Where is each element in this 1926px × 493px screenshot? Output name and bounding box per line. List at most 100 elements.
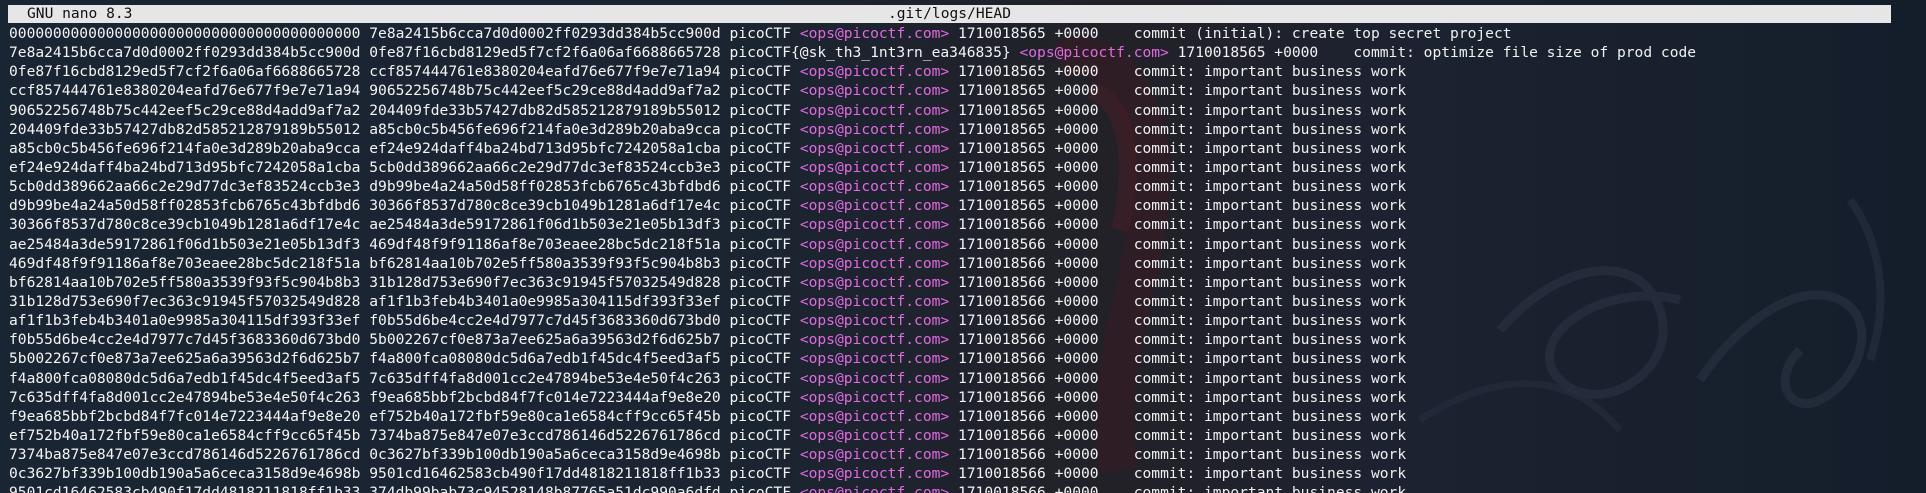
old-hash: 30366f8537d780c8ce39cb1049b1281a6df17e4c bbox=[9, 216, 361, 234]
log-line[interactable]: f4a800fca08080dc5d6a7edb1f45dc4f5eed3af5… bbox=[9, 369, 1919, 388]
new-hash: 469df48f9f91186af8e703eaee28bc5dc218f51a bbox=[369, 235, 721, 253]
old-hash: 90652256748b75c442eef5c29ce88d4add9af7a2 bbox=[9, 101, 361, 119]
timestamp: 1710018566 +0000 bbox=[957, 407, 1099, 425]
author-email: <ops@picoctf.com> bbox=[799, 407, 950, 425]
author-name: picoCTF bbox=[729, 235, 792, 253]
author-email: <ops@picoctf.com> bbox=[799, 120, 950, 138]
file-content[interactable]: 0000000000000000000000000000000000000000… bbox=[9, 24, 1919, 493]
timestamp: 1710018565 +0000 bbox=[1177, 44, 1319, 62]
author-email: <ops@picoctf.com> bbox=[799, 178, 950, 196]
author-name: picoCTF bbox=[729, 63, 792, 81]
new-hash: 31b128d753e690f7ec363c91945f57032549d828 bbox=[369, 273, 721, 291]
new-hash: 7e8a2415b6cca7d0d0002ff0293dd384b5cc900d bbox=[369, 25, 721, 42]
author-email: <ops@picoctf.com> bbox=[799, 331, 950, 349]
old-hash: 5b002267cf0e873a7ee625a6a39563d2f6d625b7 bbox=[9, 350, 361, 368]
timestamp: 1710018566 +0000 bbox=[957, 292, 1099, 310]
old-hash: 204409fde33b57427db82d585212879189b55012 bbox=[9, 120, 361, 138]
log-line[interactable]: a85cb0c5b456fe696f214fa0e3d289b20aba9cca… bbox=[9, 139, 1919, 158]
log-line[interactable]: f0b55d6be4cc2e4d7977c7d45f3683360d673bd0… bbox=[9, 330, 1919, 349]
author-name: picoCTF bbox=[729, 82, 792, 100]
author-name: picoCTF bbox=[729, 120, 792, 138]
author-email: <ops@picoctf.com> bbox=[799, 465, 950, 483]
new-hash: 0fe87f16cbd8129ed5f7cf2f6a06af6688665728 bbox=[369, 44, 721, 62]
author-name: picoCTF bbox=[729, 101, 792, 119]
log-line[interactable]: 31b128d753e690f7ec363c91945f57032549d828… bbox=[9, 292, 1919, 311]
author-email: <ops@picoctf.com> bbox=[799, 446, 950, 464]
log-line[interactable]: 30366f8537d780c8ce39cb1049b1281a6df17e4c… bbox=[9, 215, 1919, 234]
commit-message: commit: important business work bbox=[1133, 369, 1407, 387]
old-hash: f9ea685bbf2bcbd84f7fc014e7223444af9e8e20 bbox=[9, 407, 361, 425]
new-hash: 204409fde33b57427db82d585212879189b55012 bbox=[369, 101, 721, 119]
log-line[interactable]: f9ea685bbf2bcbd84f7fc014e7223444af9e8e20… bbox=[9, 407, 1919, 426]
terminal-window[interactable]: GNU nano 8.3 .git/logs/HEAD 000000000000… bbox=[0, 0, 1926, 493]
commit-message: commit: important business work bbox=[1133, 120, 1407, 138]
commit-message: commit: important business work bbox=[1133, 235, 1407, 253]
author-email: <ops@picoctf.com> bbox=[799, 426, 950, 444]
timestamp: 1710018565 +0000 bbox=[957, 178, 1099, 196]
log-line[interactable]: 7e8a2415b6cca7d0d0002ff0293dd384b5cc900d… bbox=[9, 43, 1919, 62]
author-name: picoCTF bbox=[729, 426, 792, 444]
log-line[interactable]: ef24e924daff4ba24bd713d95bfc7242058a1cba… bbox=[9, 158, 1919, 177]
old-hash: 7374ba875e847e07e3ccd786146d5226761786cd bbox=[9, 446, 361, 464]
timestamp: 1710018566 +0000 bbox=[957, 235, 1099, 253]
log-line[interactable]: ef752b40a172fbf59e80ca1e6584cff9cc65f45b… bbox=[9, 426, 1919, 445]
log-line[interactable]: ccf857444761e8380204eafd76e677f9e7e71a94… bbox=[9, 81, 1919, 100]
commit-message: commit: important business work bbox=[1133, 484, 1407, 493]
timestamp: 1710018565 +0000 bbox=[957, 120, 1099, 138]
author-email: <ops@picoctf.com> bbox=[799, 197, 950, 215]
log-line[interactable]: af1f1b3feb4b3401a0e9985a304115df393f33ef… bbox=[9, 311, 1919, 330]
new-hash: 0c3627bf339b100db190a5a6ceca3158d9e4698b bbox=[369, 446, 721, 464]
timestamp: 1710018566 +0000 bbox=[957, 446, 1099, 464]
author-name: picoCTF bbox=[729, 331, 792, 349]
author-email: <ops@picoctf.com> bbox=[1019, 44, 1169, 62]
log-line[interactable]: bf62814aa10b702e5ff580a3539f93f5c904b8b3… bbox=[9, 273, 1919, 292]
log-line[interactable]: 204409fde33b57427db82d585212879189b55012… bbox=[9, 120, 1919, 139]
new-hash: 30366f8537d780c8ce39cb1049b1281a6df17e4c bbox=[369, 197, 721, 215]
timestamp: 1710018565 +0000 bbox=[957, 82, 1099, 100]
author-name: picoCTF bbox=[729, 312, 792, 330]
old-hash: bf62814aa10b702e5ff580a3539f93f5c904b8b3 bbox=[9, 273, 361, 291]
commit-message: commit: important business work bbox=[1133, 139, 1407, 157]
old-hash: af1f1b3feb4b3401a0e9985a304115df393f33ef bbox=[9, 312, 361, 330]
log-line[interactable]: d9b99be4a24a50d58ff02853fcb6765c43bfdbd6… bbox=[9, 196, 1919, 215]
log-line[interactable]: 0c3627bf339b100db190a5a6ceca3158d9e4698b… bbox=[9, 464, 1919, 483]
commit-message: commit: important business work bbox=[1133, 178, 1407, 196]
new-hash: 5cb0dd389662aa66c2e29d77dc3ef83524ccb3e3 bbox=[369, 158, 721, 176]
commit-message: commit: important business work bbox=[1133, 292, 1407, 310]
commit-message: commit: important business work bbox=[1133, 312, 1407, 330]
new-hash: d9b99be4a24a50d58ff02853fcb6765c43bfdbd6 bbox=[369, 178, 721, 196]
log-line[interactable]: 0000000000000000000000000000000000000000… bbox=[9, 24, 1919, 43]
commit-message: commit: important business work bbox=[1133, 426, 1407, 444]
log-line[interactable]: 9501cd16462583cb490f17dd4818211818ff1b33… bbox=[9, 483, 1919, 493]
log-line[interactable]: ae25484a3de59172861f06d1b503e21e05b13df3… bbox=[9, 235, 1919, 254]
author-name: picoCTF bbox=[729, 273, 792, 291]
commit-message: commit: important business work bbox=[1133, 465, 1407, 483]
author-name: picoCTF bbox=[729, 388, 792, 406]
timestamp: 1710018566 +0000 bbox=[957, 254, 1099, 272]
log-line[interactable]: 7374ba875e847e07e3ccd786146d5226761786cd… bbox=[9, 445, 1919, 464]
timestamp: 1710018566 +0000 bbox=[957, 465, 1099, 483]
commit-message: commit: important business work bbox=[1133, 388, 1407, 406]
timestamp: 1710018566 +0000 bbox=[957, 331, 1099, 349]
log-line[interactable]: 0fe87f16cbd8129ed5f7cf2f6a06af6688665728… bbox=[9, 62, 1919, 81]
commit-message: commit (initial): create top secret proj… bbox=[1133, 25, 1512, 42]
log-line[interactable]: 7c635dff4fa8d001cc2e47894be53e4e50f4c263… bbox=[9, 388, 1919, 407]
author-name: picoCTF bbox=[729, 158, 792, 176]
new-hash: bf62814aa10b702e5ff580a3539f93f5c904b8b3 bbox=[369, 254, 721, 272]
log-line[interactable]: 5b002267cf0e873a7ee625a6a39563d2f6d625b7… bbox=[9, 349, 1919, 368]
new-hash: 7374ba875e847e07e3ccd786146d5226761786cd bbox=[369, 426, 721, 444]
author-email: <ops@picoctf.com> bbox=[799, 484, 950, 493]
log-line[interactable]: 90652256748b75c442eef5c29ce88d4add9af7a2… bbox=[9, 101, 1919, 120]
author-email: <ops@picoctf.com> bbox=[799, 254, 950, 272]
log-line[interactable]: 469df48f9f91186af8e703eaee28bc5dc218f51a… bbox=[9, 254, 1919, 273]
old-hash: 5cb0dd389662aa66c2e29d77dc3ef83524ccb3e3 bbox=[9, 178, 361, 196]
author-email: <ops@picoctf.com> bbox=[799, 158, 950, 176]
commit-message: commit: important business work bbox=[1133, 273, 1407, 291]
new-hash: af1f1b3feb4b3401a0e9985a304115df393f33ef bbox=[369, 292, 721, 310]
log-line[interactable]: 5cb0dd389662aa66c2e29d77dc3ef83524ccb3e3… bbox=[9, 177, 1919, 196]
new-hash: 90652256748b75c442eef5c29ce88d4add9af7a2 bbox=[369, 82, 721, 100]
commit-message: commit: important business work bbox=[1133, 350, 1407, 368]
commit-message: commit: important business work bbox=[1133, 63, 1407, 81]
author-email: <ops@picoctf.com> bbox=[799, 388, 950, 406]
author-name: picoCTF bbox=[729, 369, 792, 387]
